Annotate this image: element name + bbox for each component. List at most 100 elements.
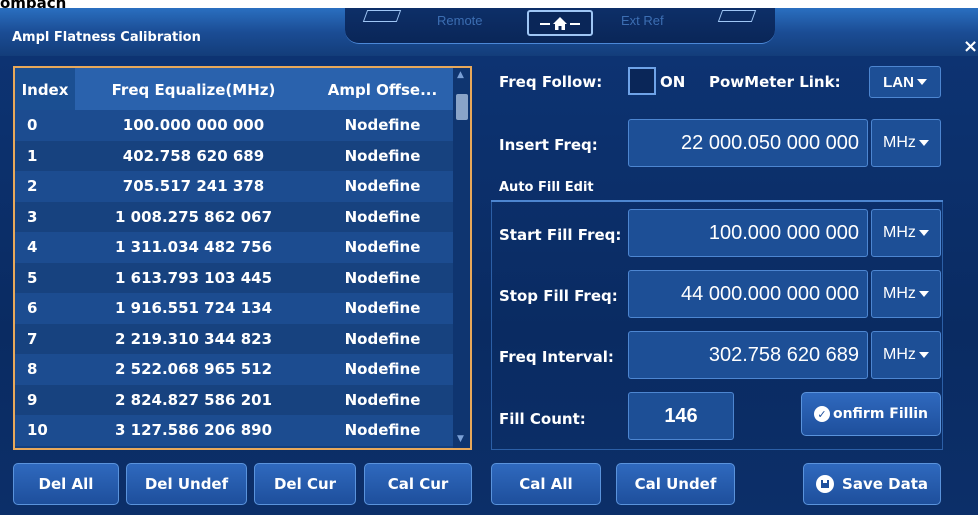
cell-index: 0 — [27, 116, 38, 135]
table-row[interactable]: 3 1 008.275 862 067 Nodefine — [15, 201, 453, 232]
stop-fill-freq-unit: MHz — [883, 285, 916, 302]
start-fill-freq-input[interactable]: 100.000 000 000 — [628, 209, 868, 257]
freq-interval-label: Freq Interval: — [499, 348, 614, 366]
cell-index: 4 — [27, 238, 38, 257]
cell-freq: 705.517 241 378 — [122, 177, 265, 196]
freq-interval-unit: MHz — [883, 346, 916, 363]
table-row[interactable]: 7 2 219.310 344 823 Nodefine — [15, 323, 453, 354]
calibration-table: Index Freq Equalize(MHz) Ampl Offse... 0… — [13, 66, 472, 450]
cell-ampl-offset: Nodefine — [344, 238, 421, 257]
cell-index: 1 — [27, 146, 38, 165]
insert-freq-label: Insert Freq: — [499, 136, 598, 154]
save-data-label: Save Data — [842, 475, 928, 493]
freq-follow-label: Freq Follow: — [499, 73, 603, 91]
table-row[interactable]: 4 1 311.034 482 756 Nodefine — [15, 232, 453, 263]
chevron-down-icon — [918, 291, 929, 297]
column-header-ampl-offset[interactable]: Ampl Offse... — [312, 68, 453, 110]
table-row[interactable]: 8 2 522.068 965 512 Nodefine — [15, 354, 453, 385]
scroll-up-icon[interactable]: ▲ — [457, 70, 464, 80]
confirm-fillin-label: onfirm Fillin — [832, 406, 929, 422]
save-disk-icon — [816, 475, 835, 493]
decor-stripe-left — [362, 10, 402, 22]
scroll-down-icon[interactable]: ▼ — [457, 434, 464, 444]
cell-ampl-offset: Nodefine — [344, 146, 421, 165]
table-scrollbar[interactable] — [453, 68, 470, 448]
fill-count-input[interactable]: 146 — [628, 392, 734, 440]
cell-index: 5 — [27, 268, 38, 287]
cell-freq: 2 824.827 586 201 — [114, 390, 273, 409]
start-fill-freq-unit: MHz — [883, 224, 916, 241]
close-icon[interactable]: × — [963, 36, 978, 57]
dialog-title: Ampl Flatness Calibration — [12, 30, 201, 45]
freq-follow-on-label: ON — [660, 73, 686, 91]
decor-stripe-right — [717, 10, 757, 22]
powmeter-link-label: PowMeter Link: — [709, 73, 841, 91]
fill-count-label: Fill Count: — [499, 410, 586, 428]
cell-ampl-offset: Nodefine — [344, 329, 421, 348]
cell-freq: 1 008.275 862 067 — [114, 207, 273, 226]
cell-freq: 100.000 000 000 — [122, 116, 265, 135]
tab-ext-ref[interactable]: Ext Ref — [621, 13, 664, 28]
table-row[interactable]: 1 402.758 620 689 Nodefine — [15, 140, 453, 171]
cell-ampl-offset: Nodefine — [344, 421, 421, 440]
table-row[interactable]: 5 1 613.793 103 445 Nodefine — [15, 262, 453, 293]
cell-freq: 1 613.793 103 445 — [114, 268, 273, 287]
start-fill-freq-unit-select[interactable]: MHz — [871, 209, 941, 257]
cal-cur-button[interactable]: Cal Cur — [364, 463, 472, 505]
column-header-index[interactable]: Index — [15, 68, 75, 110]
scroll-thumb[interactable] — [456, 94, 468, 120]
table-row[interactable]: 6 1 916.551 724 134 Nodefine — [15, 293, 453, 324]
powmeter-link-value: LAN — [883, 73, 914, 91]
table-row[interactable]: 2 705.517 241 378 Nodefine — [15, 171, 453, 202]
cell-ampl-offset: Nodefine — [344, 360, 421, 379]
tab-remote[interactable]: Remote — [437, 13, 483, 28]
cell-index: 8 — [27, 360, 38, 379]
stop-fill-freq-label: Stop Fill Freq: — [499, 287, 618, 305]
del-cur-button[interactable]: Del Cur — [254, 463, 356, 505]
cell-ampl-offset: Nodefine — [344, 268, 421, 287]
powmeter-link-select[interactable]: LAN — [869, 66, 941, 98]
home-icon — [540, 17, 580, 30]
del-all-button[interactable]: Del All — [13, 463, 119, 505]
confirm-fillin-button[interactable]: ✓ onfirm Fillin — [801, 392, 941, 436]
table-row[interactable]: 10 3 127.586 206 890 Nodefine — [15, 415, 453, 446]
chevron-down-icon — [918, 230, 929, 236]
cal-undef-button[interactable]: Cal Undef — [616, 463, 735, 505]
auto-fill-section-title: Auto Fill Edit — [499, 180, 594, 195]
cell-freq: 402.758 620 689 — [122, 146, 265, 165]
insert-freq-unit-select[interactable]: MHz — [871, 119, 941, 167]
insert-freq-unit: MHz — [883, 134, 916, 151]
cell-ampl-offset: Nodefine — [344, 116, 421, 135]
cell-freq: 1 311.034 482 756 — [114, 238, 273, 257]
cell-freq: 2 219.310 344 823 — [114, 329, 273, 348]
table-row[interactable]: 9 2 824.827 586 201 Nodefine — [15, 384, 453, 415]
stop-fill-freq-unit-select[interactable]: MHz — [871, 270, 941, 318]
cell-ampl-offset: Nodefine — [344, 207, 421, 226]
table-body: 0 100.000 000 000 Nodefine 1 402.758 620 68… — [15, 110, 453, 446]
chevron-down-icon — [916, 79, 927, 85]
cell-ampl-offset: Nodefine — [344, 177, 421, 196]
cell-index: 9 — [27, 390, 38, 409]
cell-ampl-offset: Nodefine — [344, 390, 421, 409]
cell-ampl-offset: Nodefine — [344, 299, 421, 318]
cell-index: 3 — [27, 207, 38, 226]
save-data-button[interactable]: Save Data — [803, 463, 941, 505]
column-header-freq[interactable]: Freq Equalize(MHz) — [75, 68, 312, 110]
table-row[interactable]: 0 100.000 000 000 Nodefine — [15, 110, 453, 141]
cell-freq: 2 522.068 965 512 — [114, 360, 273, 379]
cell-index: 7 — [27, 329, 38, 348]
check-icon: ✓ — [813, 406, 830, 422]
freq-follow-checkbox[interactable] — [628, 67, 656, 95]
cal-all-button[interactable]: Cal All — [491, 463, 601, 505]
cell-freq: 1 916.551 724 134 — [114, 299, 273, 318]
stop-fill-freq-input[interactable]: 44 000.000 000 000 — [628, 270, 868, 318]
cell-freq: 3 127.586 206 890 — [114, 421, 273, 440]
chevron-down-icon — [918, 352, 929, 358]
insert-freq-input[interactable]: 22 000.050 000 000 — [628, 119, 868, 167]
freq-interval-unit-select[interactable]: MHz — [871, 331, 941, 379]
table-header: Index Freq Equalize(MHz) Ampl Offse... — [15, 68, 453, 110]
home-button[interactable] — [527, 10, 593, 36]
cell-index: 6 — [27, 299, 38, 318]
del-undef-button[interactable]: Del Undef — [126, 463, 247, 505]
freq-interval-input[interactable]: 302.758 620 689 — [628, 331, 868, 379]
